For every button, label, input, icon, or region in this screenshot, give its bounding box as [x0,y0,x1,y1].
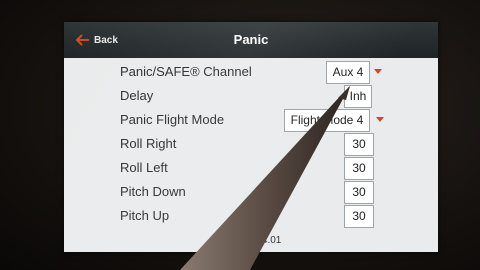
row-label: Pitch Up [120,208,170,223]
row-roll-left: Roll Left 30 [64,156,438,181]
dropdown-arrow-icon[interactable] [376,117,384,122]
row-delay: Delay Inh [64,84,438,109]
pitch-down-value[interactable]: 30 [344,181,374,204]
panic-flight-mode-select[interactable]: Flight Mode 4 [284,109,370,132]
version-text: 2.34.01 [248,235,282,246]
transmitter-screen: Back Panic Panic/SAFE® Channel Aux 4 Del… [64,22,438,252]
delay-value[interactable]: Inh [344,85,372,108]
row-label: Panic/SAFE® Channel [120,64,252,79]
row-panic-flight-mode: Panic Flight Mode Flight Mode 4 [64,108,438,133]
dropdown-arrow-icon[interactable] [374,69,382,74]
row-label: Delay [120,88,154,103]
row-label: Roll Left [120,160,168,175]
row-panic-safe-channel: Panic/SAFE® Channel Aux 4 [64,60,438,85]
row-label: Panic Flight Mode [120,112,225,127]
row-label: Roll Right [120,136,177,151]
row-label: Pitch Down [120,184,186,199]
panic-channel-select[interactable]: Aux 4 [326,61,370,84]
pitch-up-value[interactable]: 30 [344,205,374,228]
title-bar: Back Panic [64,22,438,58]
row-pitch-up: Pitch Up 30 [64,204,438,229]
page-title: Panic [233,32,269,47]
row-roll-right: Roll Right 30 [64,132,438,157]
roll-right-value[interactable]: 30 [344,133,374,156]
row-pitch-down: Pitch Down 30 [64,180,438,205]
roll-left-value[interactable]: 30 [344,157,374,180]
